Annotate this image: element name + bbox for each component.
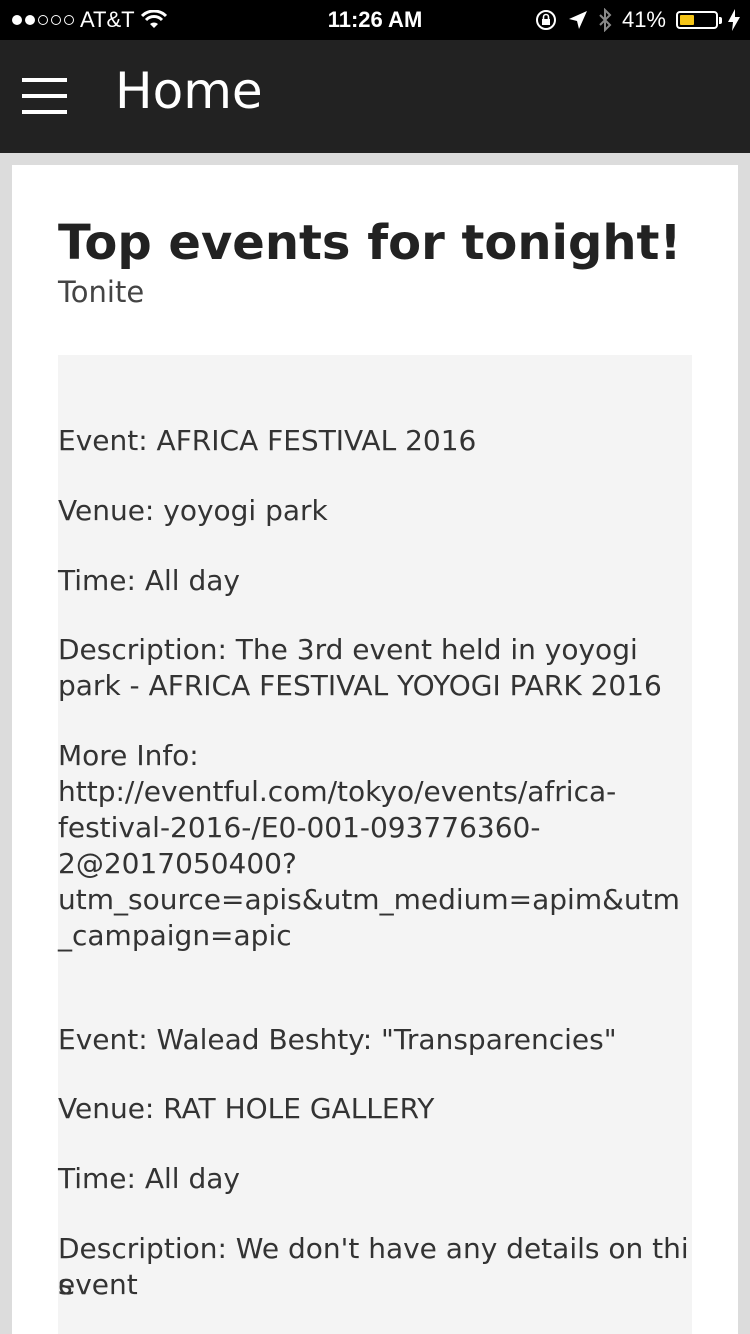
battery-icon bbox=[676, 11, 722, 29]
events-card: Top events for tonight! Tonite Event: AF… bbox=[12, 165, 738, 1334]
event-description-line: Description: The 3rd event held in yoyog… bbox=[58, 633, 638, 666]
hamburger-menu-icon[interactable] bbox=[22, 78, 67, 116]
charging-bolt-icon bbox=[728, 9, 740, 31]
battery-fill bbox=[680, 15, 694, 25]
event-url-line[interactable]: _campaign=apic bbox=[58, 918, 698, 954]
event-venue: Venue: yoyogi park bbox=[58, 494, 328, 527]
event-time: Time: All day bbox=[58, 1162, 240, 1195]
status-bar: AT&T 11:26 AM 41% bbox=[0, 0, 750, 40]
location-arrow-icon bbox=[568, 11, 587, 29]
events-list: Event: AFRICA FESTIVAL 2016 Venue: yoyog… bbox=[58, 355, 692, 1334]
event-more-info-label: More Info: bbox=[58, 739, 199, 772]
card-subtitle: Tonite bbox=[58, 275, 145, 309]
rotation-lock-icon bbox=[535, 10, 556, 30]
card-title: Top events for tonight! bbox=[58, 215, 682, 271]
bluetooth-icon bbox=[599, 8, 612, 32]
event-name: Event: Walead Beshty: "Transparencies" bbox=[58, 1023, 617, 1056]
event-name: Event: AFRICA FESTIVAL 2016 bbox=[58, 424, 477, 457]
status-right: 41% bbox=[534, 7, 740, 33]
event-description-line: park - AFRICA FESTIVAL YOYOGI PARK 2016 bbox=[58, 669, 662, 702]
event-description-line: event bbox=[58, 1268, 138, 1301]
event-time: Time: All day bbox=[58, 564, 240, 597]
event-url-line[interactable]: utm_source=apis&utm_medium=apim&utm bbox=[58, 882, 698, 918]
app-bar: Home bbox=[0, 40, 750, 153]
event-venue: Venue: RAT HOLE GALLERY bbox=[58, 1092, 435, 1125]
battery-percent: 41% bbox=[621, 7, 666, 32]
event-url-line[interactable]: festival-2016-/E0-001-093776360- bbox=[58, 810, 698, 846]
event-url-line[interactable]: 2@2017050400? bbox=[58, 846, 698, 882]
page-title: Home bbox=[115, 62, 263, 120]
event-url-line[interactable]: http://eventful.com/tokyo/events/africa- bbox=[58, 774, 698, 810]
